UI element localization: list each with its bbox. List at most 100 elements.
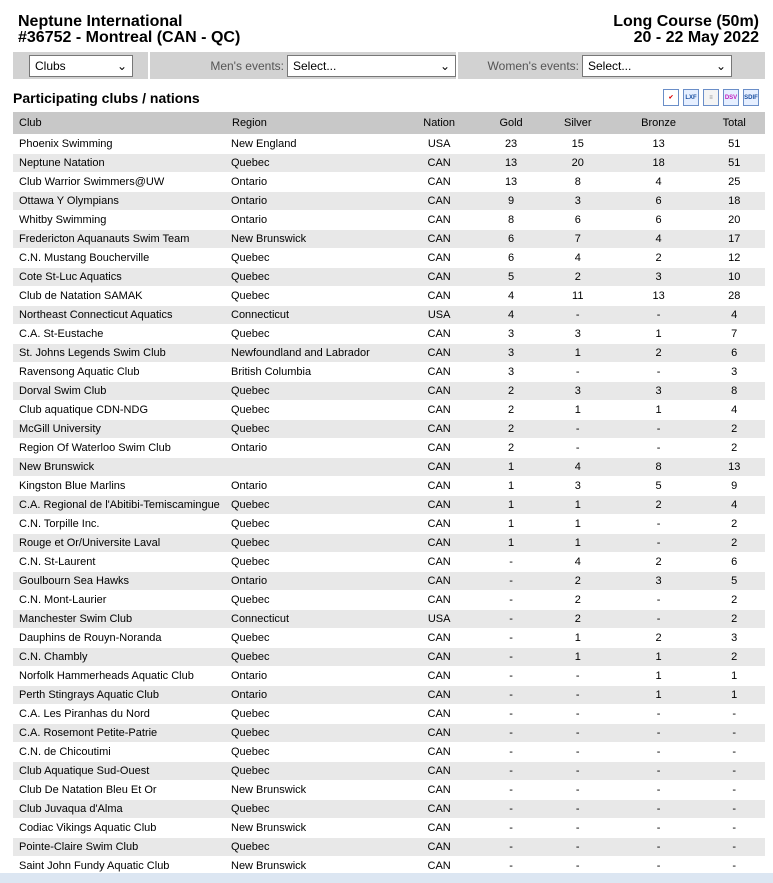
cell-club[interactable]: C.A. St-Eustache (13, 324, 231, 344)
table-row[interactable]: McGill University Quebec CAN 2- -2 (13, 419, 765, 439)
cell-silver: - (541, 742, 614, 762)
dsv-export-icon[interactable]: DSV (723, 89, 739, 106)
table-row[interactable]: Goulbourn Sea Hawks Ontario CAN -2 3 5 (13, 571, 765, 591)
cell-club[interactable]: C.A. Les Piranhas du Nord (13, 704, 231, 724)
table-row[interactable]: Dauphins de Rouyn-Noranda Quebec CAN -1 2 3 (13, 628, 765, 648)
cell-club[interactable]: Whitby Swimming (13, 210, 231, 230)
table-row[interactable]: C.N. Chambly Quebec CAN -1 1 2 (13, 647, 765, 667)
cell-bronze: 4 (613, 172, 704, 192)
table-row[interactable]: Cote St-Luc Aquatics Quebec CAN 5 2 3 10 (13, 267, 765, 287)
table-row[interactable]: Codiac Vikings Aquatic Club New Brunswick… (13, 818, 765, 838)
cell-club[interactable]: Rouge et Or/Universite Laval (13, 533, 231, 553)
table-row[interactable]: C.N. Mustang Boucherville Quebec CAN 6 4 2 12 (13, 248, 765, 268)
table-row[interactable]: Whitby Swimming Ontario CAN 8 6 6 20 (13, 210, 765, 230)
table-row[interactable]: Club Juvaqua d'Alma Quebec CAN - - - - (13, 799, 765, 819)
cell-silver: - (541, 723, 614, 743)
chevron-down-icon: ⌄ (715, 58, 726, 73)
list-icon[interactable]: ≡ (703, 89, 719, 106)
view-select[interactable]: Clubs ⌄ (29, 54, 133, 77)
lxf-export-icon[interactable]: LXF (683, 89, 699, 106)
check-report-icon[interactable]: ✔ (663, 89, 679, 106)
cell-club[interactable]: McGill University (13, 419, 231, 439)
cell-club[interactable]: Ravensong Aquatic Club (13, 362, 231, 382)
cell-club[interactable]: C.N. St-Laurent (13, 552, 231, 572)
cell-region: Quebec (231, 723, 398, 743)
cell-club[interactable]: Dorval Swim Club (13, 381, 231, 401)
cell-club[interactable]: Codiac Vikings Aquatic Club (13, 818, 231, 838)
cell-nation: CAN (398, 666, 481, 686)
cell-club[interactable]: C.N. Mont-Laurier (13, 590, 231, 610)
table-row[interactable]: Ottawa Y Olympians Ontario CAN 9 3 6 18 (13, 191, 765, 211)
cell-club[interactable]: Fredericton Aquanauts Swim Team (13, 229, 231, 249)
table-row[interactable]: Pointe-Claire Swim Club Quebec CAN - - - - (13, 837, 765, 857)
cell-club[interactable]: Cote St-Luc Aquatics (13, 267, 231, 287)
cell-gold: 1 (480, 533, 542, 553)
cell-club[interactable]: C.A. Regional de l'Abitibi-Temiscamingue (13, 495, 231, 515)
table-row[interactable]: C.A. Rosemont Petite-Patrie Quebec CAN - - - - (13, 723, 765, 743)
mens-events-select[interactable]: Select... ⌄ (287, 54, 456, 77)
table-row[interactable]: Perth Stingrays Aquatic Club Ontario CAN - -… (13, 685, 765, 705)
cell-club[interactable]: Club Aquatique Sud-Ouest (13, 761, 231, 781)
table-row[interactable]: Kingston Blue Marlins Ontario CAN 1 3 5 9 (13, 476, 765, 496)
cell-club[interactable]: C.N. Torpille Inc. (13, 514, 231, 534)
table-row[interactable]: Phoenix Swimming New England USA 23 15 13 51 (13, 134, 765, 154)
cell-club[interactable]: C.N. Chambly (13, 647, 231, 667)
table-row[interactable]: St. Johns Legends Swim Club Newfoundland … (13, 343, 765, 363)
table-row[interactable]: Club De Natation Bleu Et Or New Brunswick… (13, 780, 765, 800)
cell-club[interactable]: Club De Natation Bleu Et Or (13, 780, 231, 800)
cell-club[interactable]: C.N. Mustang Boucherville (13, 248, 231, 268)
table-row[interactable]: Club aquatique CDN-NDG Quebec CAN 2 1 1 4 (13, 400, 765, 420)
table-row[interactable]: Norfolk Hammerheads Aquatic Club Ontario C… (13, 666, 765, 686)
table-row[interactable]: C.A. St-Eustache Quebec CAN 3 3 1 7 (13, 324, 765, 344)
cell-club[interactable]: Club Warrior Swimmers@UW (13, 172, 231, 192)
table-row[interactable]: C.A. Les Piranhas du Nord Quebec CAN - - - - (13, 704, 765, 724)
table-row[interactable]: Manchester Swim Club Connecticut USA -2-2 (13, 609, 765, 629)
cell-club[interactable]: Northeast Connecticut Aquatics (13, 305, 231, 325)
table-row[interactable]: Club de Natation SAMAK Quebec CAN 4 11 13 28 (13, 286, 765, 306)
cell-club[interactable]: Perth Stingrays Aquatic Club (13, 685, 231, 705)
table-row[interactable]: Club Aquatique Sud-Ouest Quebec CAN - - - - (13, 761, 765, 781)
table-row[interactable]: C.N. St-Laurent Quebec CAN -4 2 6 (13, 552, 765, 572)
table-row[interactable]: C.N. de Chicoutimi Quebec CAN - - - - (13, 742, 765, 762)
table-row[interactable]: New Brunswick CAN 1 4 8 13 (13, 457, 765, 477)
cell-bronze: - (613, 362, 704, 382)
womens-events-select[interactable]: Select... ⌄ (582, 54, 732, 77)
table-row[interactable]: Fredericton Aquanauts Swim Team New Bruns… (13, 229, 765, 249)
cell-nation: CAN (398, 628, 481, 648)
cell-club[interactable]: Region Of Waterloo Swim Club (13, 438, 231, 458)
table-row[interactable]: C.N. Mont-Laurier Quebec CAN -2-2 (13, 590, 765, 610)
cell-club[interactable]: C.N. de Chicoutimi (13, 742, 231, 762)
table-row[interactable]: Ravensong Aquatic Club British Columbia CA… (13, 362, 765, 382)
table-row[interactable]: Dorval Swim Club Quebec CAN 2 3 3 8 (13, 381, 765, 401)
cell-total: 17 (703, 229, 765, 249)
cell-region: Quebec (231, 647, 398, 667)
table-row[interactable]: C.A. Regional de l'Abitibi-Temiscamingue… (13, 495, 765, 515)
cell-bronze: 3 (613, 571, 704, 591)
cell-club[interactable]: New Brunswick (13, 457, 231, 477)
cell-club[interactable]: Neptune Natation (13, 153, 231, 173)
cell-club[interactable]: Club de Natation SAMAK (13, 286, 231, 306)
cell-club[interactable]: Ottawa Y Olympians (13, 191, 231, 211)
cell-club[interactable]: Norfolk Hammerheads Aquatic Club (13, 666, 231, 686)
cell-bronze: 2 (613, 495, 704, 515)
cell-club[interactable]: Kingston Blue Marlins (13, 476, 231, 496)
table-row[interactable]: Region Of Waterloo Swim Club Ontario CAN 2-… (13, 438, 765, 458)
cell-club[interactable]: Club Juvaqua d'Alma (13, 799, 231, 819)
cell-club[interactable]: Dauphins de Rouyn-Noranda (13, 628, 231, 648)
cell-club[interactable]: Manchester Swim Club (13, 609, 231, 629)
cell-club[interactable]: Pointe-Claire Swim Club (13, 837, 231, 857)
cell-club[interactable]: Goulbourn Sea Hawks (13, 571, 231, 591)
cell-club[interactable]: St. Johns Legends Swim Club (13, 343, 231, 363)
cell-silver: 1 (541, 647, 614, 667)
sdif-export-icon[interactable]: SDIF (743, 89, 759, 106)
cell-club[interactable]: C.A. Rosemont Petite-Patrie (13, 723, 231, 743)
table-row[interactable]: Northeast Connecticut Aquatics Connecticu… (13, 305, 765, 325)
cell-club[interactable]: Club aquatique CDN-NDG (13, 400, 231, 420)
table-row[interactable]: Club Warrior Swimmers@UW Ontario CAN 13 8 4 25 (13, 172, 765, 192)
cell-silver: 1 (541, 343, 614, 363)
table-row[interactable]: Neptune Natation Quebec CAN 13 20 18 51 (13, 153, 765, 173)
table-row[interactable]: C.N. Torpille Inc. Quebec CAN 1 1-2 (13, 514, 765, 534)
table-row[interactable]: Rouge et Or/Universite Laval Quebec CAN 1 1-… (13, 533, 765, 553)
cell-club[interactable]: Phoenix Swimming (13, 134, 231, 154)
cell-silver: 3 (541, 324, 614, 344)
